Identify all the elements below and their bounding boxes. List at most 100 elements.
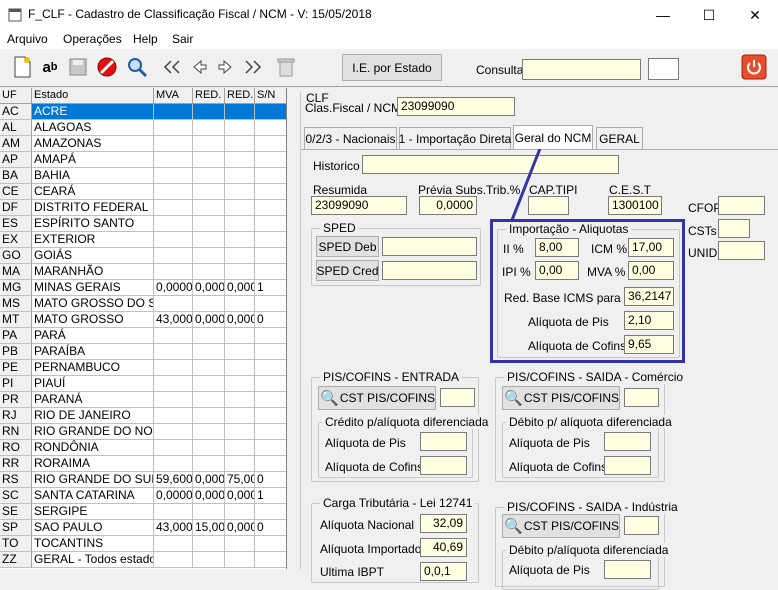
table-row[interactable]: MTMATO GROSSO43,000(0,000(0,0000 (0, 312, 286, 328)
table-row[interactable]: AL ALAGOAS (0, 120, 286, 136)
historico-input[interactable] (362, 155, 619, 174)
table-row[interactable]: RO RONDÔNIA (0, 440, 286, 456)
cell-sn[interactable] (255, 296, 286, 312)
cell-estado[interactable]: BAHIA (32, 168, 154, 184)
pis-entrada-cst-input[interactable] (440, 388, 475, 407)
menu-arquivo[interactable]: Arquivo (7, 32, 48, 46)
unid-input[interactable] (718, 241, 765, 260)
entrada-pis-input[interactable] (420, 432, 467, 451)
cell-uf[interactable]: BA (0, 168, 32, 184)
cell-mva[interactable] (154, 232, 193, 248)
table-row[interactable]: ZZ GERAL - Todos estados (0, 552, 286, 568)
mva-input[interactable]: 0,00 (628, 261, 674, 280)
table-row[interactable]: PR PARANÁ (0, 392, 286, 408)
table-row[interactable]: RSRIO GRANDE DO SUL59,600(0,000(75,000 (0, 472, 286, 488)
cell-red1[interactable] (193, 104, 225, 120)
cell-uf[interactable]: PE (0, 360, 32, 376)
cell-estado[interactable]: TOCANTINS (32, 536, 154, 552)
cell-red1[interactable] (193, 152, 225, 168)
cell-mva[interactable] (154, 456, 193, 472)
cell-uf[interactable]: AL (0, 120, 32, 136)
cell-red2[interactable] (225, 456, 255, 472)
new-document-icon[interactable] (10, 55, 34, 79)
save-icon[interactable] (66, 55, 90, 79)
ie-por-estado-button[interactable]: I.E. por Estado (342, 54, 442, 81)
cell-sn[interactable] (255, 200, 286, 216)
cell-red1[interactable] (193, 168, 225, 184)
aliq-pis-input[interactable]: 2,10 (624, 311, 674, 330)
table-row[interactable]: EX EXTERIOR (0, 232, 286, 248)
cell-red1[interactable] (193, 120, 225, 136)
pis-saida-industria-cst-button[interactable]: 🔍 CST PIS/COFINS (502, 514, 620, 538)
pis-saida-industria-cst-input[interactable] (624, 516, 659, 535)
cell-uf[interactable]: ES (0, 216, 32, 232)
cell-red2[interactable] (225, 424, 255, 440)
cell-uf[interactable]: SC (0, 488, 32, 504)
cell-mva[interactable] (154, 104, 193, 120)
ipi-input[interactable]: 0,00 (535, 261, 579, 280)
tab-geral[interactable]: GERAL (596, 127, 643, 149)
cell-sn[interactable]: 0 (255, 312, 286, 328)
cell-sn[interactable]: 0 (255, 520, 286, 536)
ii-input[interactable]: 8,00 (535, 238, 579, 257)
maximize-button[interactable]: ☐ (686, 0, 732, 30)
next-record-icon[interactable] (214, 55, 238, 79)
cell-mva[interactable] (154, 344, 193, 360)
table-row[interactable]: RJ RIO DE JANEIRO (0, 408, 286, 424)
cell-estado[interactable]: RIO GRANDE DO SUL (32, 472, 154, 488)
cell-uf[interactable]: AC (0, 104, 32, 120)
column-header-red2[interactable]: RED. (225, 88, 255, 104)
cell-sn[interactable] (255, 216, 286, 232)
cell-red1[interactable]: 0,000( (193, 280, 225, 296)
cell-red1[interactable] (193, 136, 225, 152)
table-row[interactable]: BA BAHIA (0, 168, 286, 184)
cell-mva[interactable] (154, 392, 193, 408)
cell-mva[interactable] (154, 152, 193, 168)
comercio-pis-input[interactable] (604, 432, 651, 451)
cell-sn[interactable] (255, 376, 286, 392)
table-row[interactable]: GO GOIÁS (0, 248, 286, 264)
cell-uf[interactable]: EX (0, 232, 32, 248)
table-row[interactable]: PB PARAÍBA (0, 344, 286, 360)
cell-mva[interactable]: 43,000( (154, 312, 193, 328)
column-header-estado[interactable]: Estado (32, 88, 154, 104)
cell-uf[interactable]: SE (0, 504, 32, 520)
cell-estado[interactable]: MATO GROSSO (32, 312, 154, 328)
cell-mva[interactable]: 0,0000 (154, 488, 193, 504)
first-record-icon[interactable] (160, 55, 184, 79)
cell-red2[interactable] (225, 552, 255, 568)
cell-sn[interactable] (255, 152, 286, 168)
cell-sn[interactable]: 0 (255, 472, 286, 488)
cell-red2[interactable] (225, 120, 255, 136)
cancel-icon[interactable] (95, 55, 119, 79)
cfop-input[interactable] (718, 196, 765, 215)
table-row[interactable]: AC ACRE (0, 104, 286, 120)
cell-mva[interactable] (154, 184, 193, 200)
cell-mva[interactable]: 0,0000 (154, 280, 193, 296)
table-row[interactable]: PA PARÁ (0, 328, 286, 344)
cell-estado[interactable]: MATO GROSSO DO SUL (32, 296, 154, 312)
cell-red2[interactable] (225, 440, 255, 456)
table-row[interactable]: MSMATO GROSSO DO SUL (0, 296, 286, 312)
sped-cred-input[interactable] (382, 261, 477, 280)
sped-cred-button[interactable]: SPED Cred (316, 260, 379, 281)
table-row[interactable]: DF DISTRITO FEDERAL (0, 200, 286, 216)
cell-uf[interactable]: PR (0, 392, 32, 408)
cell-estado[interactable]: RIO GRANDE DO NORT (32, 424, 154, 440)
cell-sn[interactable] (255, 248, 286, 264)
table-row[interactable]: MA MARANHÃO (0, 264, 286, 280)
cell-estado[interactable]: SANTA CATARINA (32, 488, 154, 504)
previous-record-icon[interactable] (187, 55, 211, 79)
aliq-importados-input[interactable]: 40,69 (420, 538, 467, 557)
table-row[interactable]: TO TOCANTINS (0, 536, 286, 552)
cell-red2[interactable] (225, 232, 255, 248)
cell-red1[interactable] (193, 344, 225, 360)
pis-entrada-cst-button[interactable]: 🔍 CST PIS/COFINS (318, 386, 436, 410)
cell-red1[interactable] (193, 440, 225, 456)
cell-uf[interactable]: RN (0, 424, 32, 440)
cell-estado[interactable]: PIAUÍ (32, 376, 154, 392)
cell-red2[interactable] (225, 360, 255, 376)
cell-uf[interactable]: AP (0, 152, 32, 168)
cell-red1[interactable]: 0,000( (193, 312, 225, 328)
cell-sn[interactable] (255, 456, 286, 472)
